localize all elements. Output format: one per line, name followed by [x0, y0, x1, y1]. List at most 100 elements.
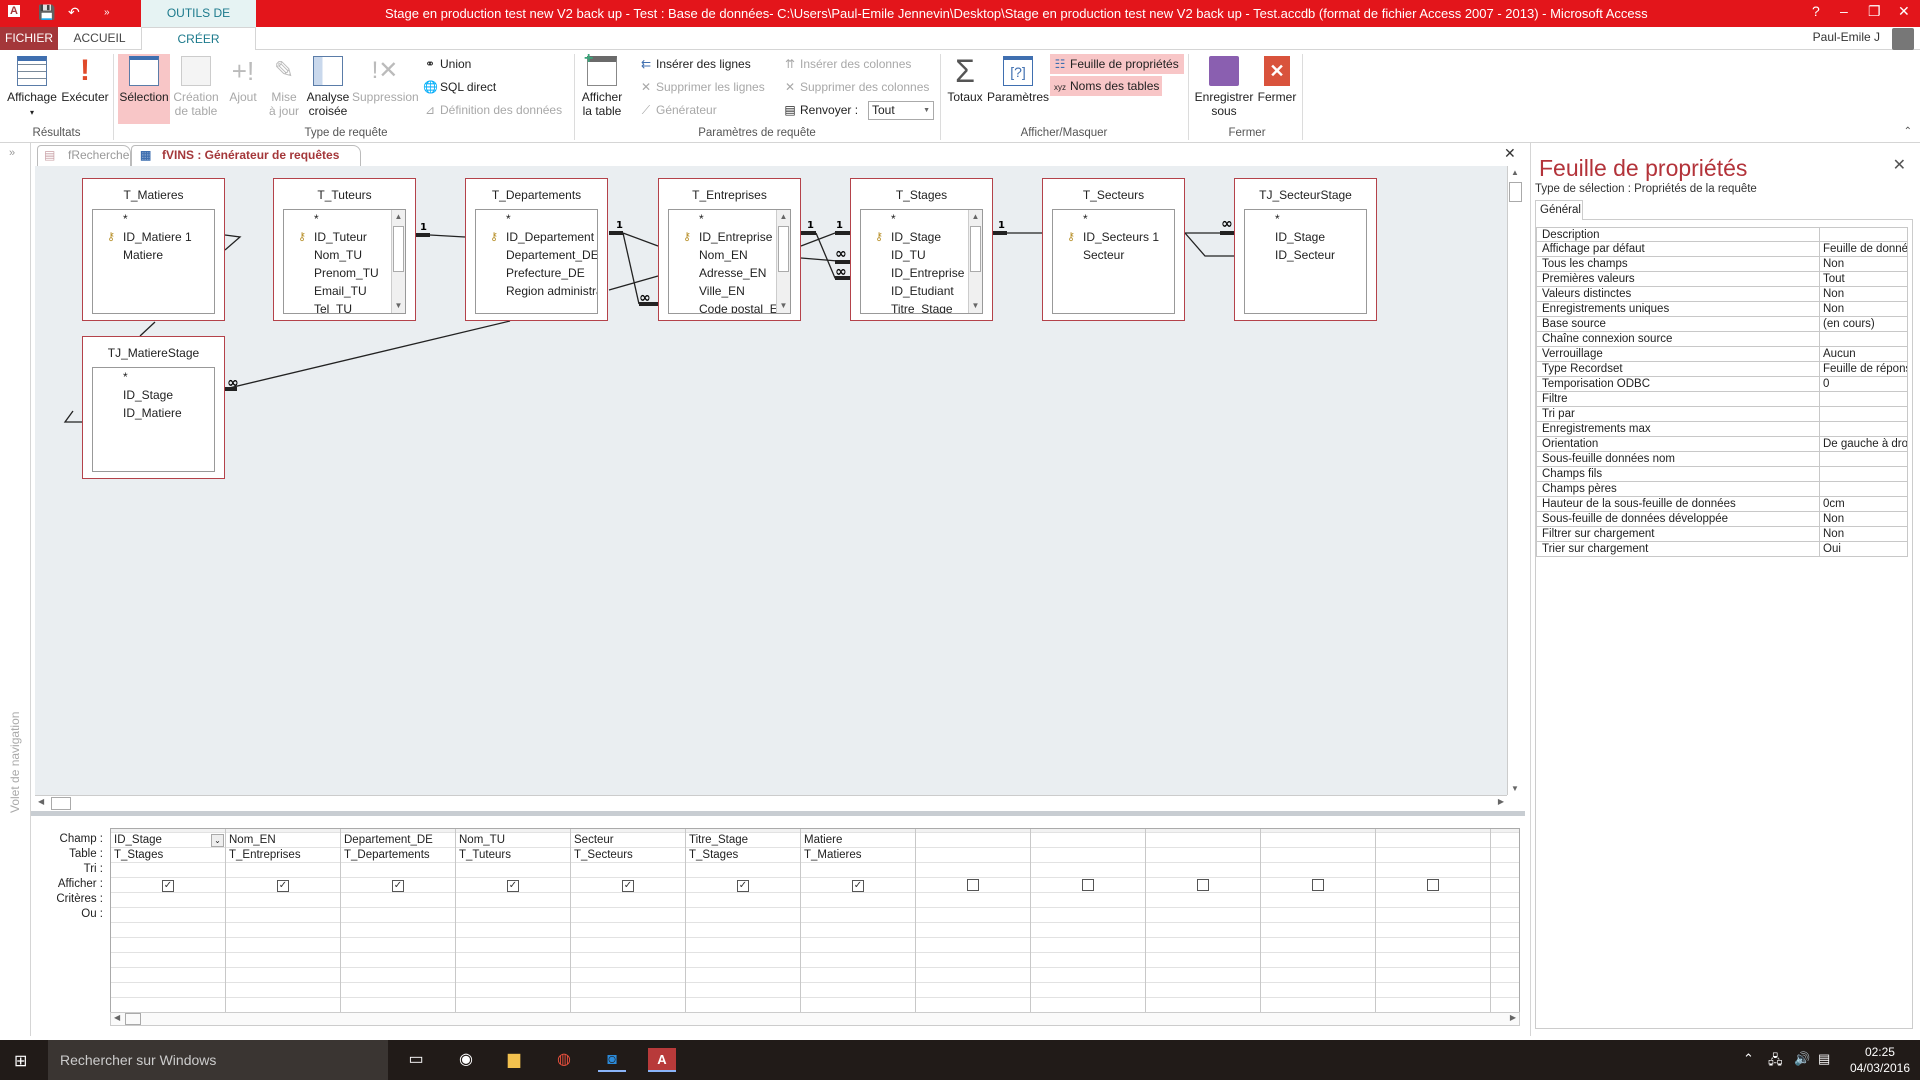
sort-cell[interactable]: [1031, 863, 1145, 878]
definition-donnees-button[interactable]: ⊿ Définition des données: [420, 100, 565, 120]
or-cell[interactable]: [1376, 983, 1490, 998]
query-design-diagram[interactable]: 1 1 ∞ ∞ 1 1 ∞ ∞ 1 ∞ T_Matieres * ⚷ ID_Matiere 1 Matie…: [35, 166, 1507, 795]
property-value[interactable]: Feuille de données: [1819, 242, 1907, 256]
property-row[interactable]: Premières valeurs Tout: [1536, 272, 1908, 287]
property-row[interactable]: Tri par: [1536, 407, 1908, 422]
field-item[interactable]: ID_TU: [861, 246, 982, 264]
criteria-cell[interactable]: [226, 893, 340, 908]
field-cell[interactable]: Secteur: [571, 833, 685, 848]
undo-icon[interactable]: ↶: [68, 4, 80, 21]
table-cell[interactable]: [1261, 848, 1375, 863]
sql-direct-button[interactable]: 🌐 SQL direct: [420, 77, 499, 97]
tab-creer[interactable]: CRÉER: [141, 27, 256, 51]
table-box[interactable]: TJ_MatiereStage * ID_Stage ID_Matiere: [82, 336, 225, 479]
property-value[interactable]: [1819, 392, 1907, 406]
or-cell[interactable]: [1031, 953, 1145, 968]
field-item[interactable]: Code postal_EN: [669, 300, 790, 313]
show-checkbox[interactable]: [1197, 879, 1209, 891]
sort-cell[interactable]: [686, 863, 800, 878]
or-cell[interactable]: [456, 968, 570, 983]
property-value[interactable]: [1819, 332, 1907, 346]
afficher-table-button[interactable]: + Afficher la table: [578, 51, 626, 119]
inserer-colonnes-button[interactable]: ⇈ Insérer des colonnes: [780, 54, 914, 74]
field-cell[interactable]: [1146, 833, 1260, 848]
diagram-vertical-scrollbar[interactable]: ▲ ▼: [1507, 166, 1523, 795]
or-cell[interactable]: [1031, 983, 1145, 998]
or-cell[interactable]: [341, 923, 455, 938]
field-list-scrollbar[interactable]: ▲ ▼: [968, 210, 982, 313]
property-row[interactable]: Chaîne connexion source: [1536, 332, 1908, 347]
field-item[interactable]: *: [93, 210, 214, 228]
or-cell[interactable]: [686, 953, 800, 968]
table-cell[interactable]: T_Secteurs: [571, 848, 685, 863]
generateur-button[interactable]: ⟋ Générateur: [636, 100, 720, 120]
table-cell[interactable]: T_Matieres: [801, 848, 915, 863]
close-document-icon[interactable]: ✕: [1504, 145, 1516, 162]
show-checkbox[interactable]: ✓: [852, 880, 864, 892]
criteria-cell[interactable]: [111, 893, 225, 908]
or-cell[interactable]: [1031, 968, 1145, 983]
property-row[interactable]: Filtre: [1536, 392, 1908, 407]
or-cell[interactable]: [801, 968, 915, 983]
or-cell[interactable]: [456, 938, 570, 953]
or-cell[interactable]: [1146, 983, 1260, 998]
property-row[interactable]: Verrouillage Aucun: [1536, 347, 1908, 362]
grid-horizontal-scrollbar[interactable]: ◀ ▶: [110, 1012, 1520, 1026]
or-cell[interactable]: [801, 983, 915, 998]
field-item[interactable]: *: [1053, 210, 1174, 228]
property-row[interactable]: Champs fils: [1536, 467, 1908, 482]
show-checkbox[interactable]: ✓: [507, 880, 519, 892]
or-cell[interactable]: [801, 923, 915, 938]
notifications-icon[interactable]: ▤: [1818, 1051, 1830, 1067]
or-cell[interactable]: [111, 908, 225, 923]
property-value[interactable]: Aucun: [1819, 347, 1907, 361]
or-cell[interactable]: [226, 908, 340, 923]
close-window-button[interactable]: ✕: [1898, 3, 1910, 20]
property-value[interactable]: Feuille de réponse dynamique: [1819, 362, 1907, 376]
parametres-button[interactable]: [?] Paramètres: [986, 54, 1050, 104]
tab-fichier[interactable]: FICHIER: [0, 27, 58, 50]
steam-icon[interactable]: ◉: [452, 1048, 480, 1072]
property-row[interactable]: Sous-feuille de données développée Non: [1536, 512, 1908, 527]
table-box[interactable]: T_Entreprises * ⚷ ID_Entreprise Nom_EN Adress…: [658, 178, 801, 321]
property-row[interactable]: Base source (en cours): [1536, 317, 1908, 332]
or-cell[interactable]: [1146, 968, 1260, 983]
table-cell[interactable]: T_Tuteurs: [456, 848, 570, 863]
property-value[interactable]: De gauche à droite: [1819, 437, 1907, 451]
property-row[interactable]: Tous les champs Non: [1536, 257, 1908, 272]
property-row[interactable]: Description: [1536, 227, 1908, 242]
or-cell[interactable]: [801, 908, 915, 923]
field-item[interactable]: Matiere: [93, 246, 214, 264]
diagram-horizontal-scrollbar[interactable]: ◀ ▶: [35, 795, 1507, 811]
or-cell[interactable]: [456, 983, 570, 998]
sort-cell[interactable]: [1261, 863, 1375, 878]
or-cell[interactable]: [1491, 953, 1519, 968]
property-row[interactable]: Valeurs distinctes Non: [1536, 287, 1908, 302]
suppression-button[interactable]: !✕ Suppression: [352, 54, 419, 104]
or-cell[interactable]: [916, 908, 1030, 923]
or-cell[interactable]: [801, 953, 915, 968]
field-item[interactable]: *: [284, 210, 405, 228]
totaux-button[interactable]: Σ Totaux: [944, 54, 986, 104]
or-cell[interactable]: [1031, 923, 1145, 938]
show-cell[interactable]: ✓: [111, 878, 225, 893]
tab-general[interactable]: Général: [1535, 200, 1583, 220]
or-cell[interactable]: [571, 938, 685, 953]
or-cell[interactable]: [1261, 923, 1375, 938]
expand-nav-icon[interactable]: »: [9, 147, 15, 159]
windows-start-icon[interactable]: ⊞: [14, 1051, 27, 1071]
save-icon[interactable]: 💾: [38, 4, 55, 21]
table-name[interactable]: T_Stages: [851, 188, 992, 202]
field-item[interactable]: Ville_EN: [669, 282, 790, 300]
property-row[interactable]: Type Recordset Feuille de réponse dynamiq…: [1536, 362, 1908, 377]
inserer-lignes-button[interactable]: ⇇ Insérer des lignes: [636, 54, 754, 74]
field-cell[interactable]: [1261, 833, 1375, 848]
tab-accueil[interactable]: ACCUEIL: [62, 27, 137, 50]
show-cell[interactable]: [1031, 878, 1145, 893]
sort-cell[interactable]: [571, 863, 685, 878]
file-explorer-icon[interactable]: ▆: [500, 1048, 528, 1072]
access-taskbar-icon[interactable]: A: [648, 1048, 676, 1072]
show-cell[interactable]: [1376, 878, 1490, 893]
or-cell[interactable]: [111, 983, 225, 998]
help-button[interactable]: ?: [1812, 3, 1820, 19]
